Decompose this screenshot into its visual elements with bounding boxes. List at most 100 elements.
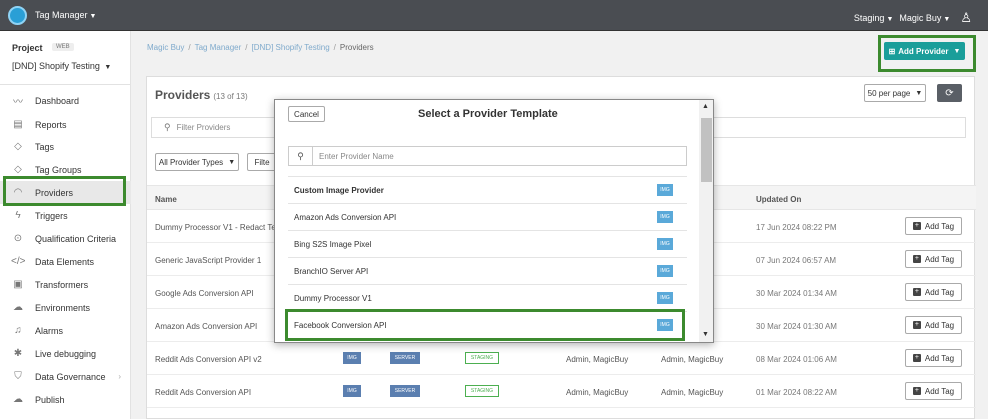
- top-bar: Tag Manager ▼ Staging ▼ Magic Buy ▼ ♙: [0, 0, 988, 31]
- sidebar-item-label: Qualification Criteria: [35, 233, 117, 244]
- provider-template-item[interactable]: Dummy Processor V1 IMG: [288, 284, 687, 311]
- breadcrumb-link[interactable]: [DND] Shopify Testing: [252, 43, 330, 52]
- provider-types-dropdown[interactable]: All Provider Types ▼: [155, 153, 239, 171]
- provider-template-item[interactable]: Amazon Ads Conversion API IMG: [288, 203, 687, 230]
- img-badge: IMG: [343, 352, 361, 364]
- plus-icon: +: [912, 387, 921, 395]
- add-tag-button[interactable]: + Add Tag: [905, 283, 962, 301]
- sidebar-item-label: Alarms: [35, 325, 64, 336]
- add-tag-label: Add Tag: [924, 320, 955, 330]
- search-icon: ⚲: [289, 147, 313, 165]
- app-switcher[interactable]: Tag Manager ▼: [35, 10, 96, 20]
- sidebar-item-label: Data Elements: [35, 256, 95, 267]
- table-row[interactable]: Reddit Ads Conversion API IMG SERVER STA…: [147, 375, 976, 408]
- chevron-down-icon: ▼: [943, 16, 951, 23]
- sidebar-item-live-debugging[interactable]: ✱ Live debugging: [0, 342, 131, 365]
- add-tag-button[interactable]: + Add Tag: [905, 382, 962, 400]
- sidebar-item-dashboard[interactable]: 〰 Dashboard: [0, 89, 131, 112]
- add-tag-label: Add Tag: [924, 221, 955, 231]
- add-tag-label: Add Tag: [924, 287, 955, 297]
- breadcrumb-separator: /: [245, 43, 248, 52]
- provider-template-name: Amazon Ads Conversion API: [294, 212, 397, 222]
- breadcrumb: Magic Buy / Tag Manager / [DND] Shopify Test…: [147, 43, 374, 52]
- plus-icon: +: [912, 321, 921, 329]
- staging-badge: STAGING: [465, 385, 499, 397]
- bug-icon: ✱: [13, 348, 23, 359]
- plus-icon: +: [912, 222, 921, 230]
- provider-search-input[interactable]: ⚲ Enter Provider Name: [288, 146, 687, 166]
- provider-template-item[interactable]: Custom Image Provider IMG: [288, 176, 687, 203]
- provider-template-item[interactable]: Bing S2S Image Pixel IMG: [288, 230, 687, 257]
- modal-scrollbar[interactable]: ▲ ▼: [699, 100, 713, 342]
- refresh-button[interactable]: ⟳: [937, 84, 962, 102]
- provider-name[interactable]: Google Ads Conversion API: [155, 289, 254, 298]
- shield-icon: ⛉: [14, 371, 22, 382]
- report-icon: ▤: [13, 119, 23, 130]
- breadcrumb-link[interactable]: Magic Buy: [147, 43, 184, 52]
- chevron-right-icon: ›: [118, 372, 121, 381]
- filter-dropdown[interactable]: Filte: [247, 153, 277, 171]
- updated-on: 30 Mar 2024 01:34 AM: [756, 289, 837, 298]
- sidebar-item-reports[interactable]: ▤ Reports: [0, 113, 131, 136]
- provider-template-name: Dummy Processor V1: [294, 293, 372, 303]
- column-header-updated-on[interactable]: Updated On: [756, 195, 801, 204]
- check-circle-icon: ⊙: [13, 233, 23, 244]
- sidebar-item-alarms[interactable]: ♫ Alarms: [0, 319, 131, 342]
- providers-highlight: [3, 176, 126, 206]
- account-label: Magic Buy: [899, 13, 942, 23]
- add-tag-button[interactable]: + Add Tag: [905, 217, 962, 235]
- app-title: Tag Manager: [35, 10, 88, 20]
- sidebar-item-publish[interactable]: ☁ Publish: [0, 388, 131, 411]
- sidebar-divider: [0, 84, 131, 85]
- cancel-button[interactable]: Cancel: [288, 106, 325, 122]
- provider-template-modal: Cancel Select a Provider Template ⚲ Ente…: [274, 99, 714, 343]
- add-tag-label: Add Tag: [924, 353, 955, 363]
- per-page-select[interactable]: 50 per page ▼: [864, 84, 926, 102]
- panel-title-text: Providers: [155, 88, 211, 102]
- scroll-down-icon[interactable]: ▼: [702, 331, 709, 338]
- user-icon[interactable]: ♙: [960, 10, 972, 26]
- chevron-down-icon: ▼: [104, 64, 112, 71]
- sidebar-item-label: Environments: [35, 302, 91, 313]
- account-switcher[interactable]: Magic Buy ▼: [899, 13, 950, 23]
- add-tag-button[interactable]: + Add Tag: [905, 349, 962, 367]
- chevron-down-icon: ▼: [915, 89, 923, 97]
- sidebar-item-qualification-criteria[interactable]: ⊙ Qualification Criteria: [0, 227, 131, 250]
- provider-template-name: Custom Image Provider: [294, 185, 384, 195]
- panel-title: Providers (13 of 13): [155, 88, 248, 102]
- project-selector[interactable]: [DND] Shopify Testing ▼: [12, 61, 111, 71]
- sidebar-item-transformers[interactable]: ▣ Transformers: [0, 273, 131, 296]
- sidebar-item-data-elements[interactable]: </> Data Elements: [0, 250, 131, 273]
- provider-name[interactable]: Dummy Processor V1 - Redact Tes: [155, 223, 280, 232]
- bell-icon: ♫: [14, 325, 22, 336]
- sidebar-item-label: Publish: [35, 394, 65, 405]
- provider-name[interactable]: Amazon Ads Conversion API: [155, 322, 257, 331]
- img-badge: IMG: [657, 184, 673, 196]
- sidebar-item-data-governance[interactable]: ⛉ Data Governance ›: [0, 365, 131, 388]
- add-tag-button[interactable]: + Add Tag: [905, 316, 962, 334]
- chevron-down-icon: ▼: [886, 16, 894, 23]
- breadcrumb-separator: /: [188, 43, 191, 52]
- scrollbar-thumb[interactable]: [701, 118, 712, 182]
- provider-template-item[interactable]: BranchIO Server API IMG: [288, 257, 687, 284]
- sidebar-item-tags[interactable]: ◇ Tags: [0, 135, 131, 158]
- provider-name[interactable]: Reddit Ads Conversion API v2: [155, 355, 262, 364]
- table-row[interactable]: Reddit Ads Conversion API v2 IMG SERVER …: [147, 342, 976, 375]
- env-switcher[interactable]: Staging ▼: [854, 13, 893, 23]
- sidebar-item-label: Transformers: [35, 279, 89, 290]
- add-tag-button[interactable]: + Add Tag: [905, 250, 962, 268]
- img-badge: IMG: [657, 292, 673, 304]
- column-header-name[interactable]: Name: [155, 195, 177, 204]
- server-badge: SERVER: [390, 385, 420, 397]
- sidebar: Project WEB [DND] Shopify Testing ▼ 〰 Das…: [0, 31, 131, 419]
- scroll-up-icon[interactable]: ▲: [702, 103, 709, 110]
- server-badge: SERVER: [390, 352, 420, 364]
- breadcrumb-link[interactable]: Tag Manager: [195, 43, 242, 52]
- sidebar-item-triggers[interactable]: ϟ Triggers: [0, 204, 131, 227]
- provider-name[interactable]: Generic JavaScript Provider 1: [155, 256, 261, 265]
- app-logo-icon[interactable]: [8, 6, 27, 25]
- updated-by: Admin, MagicBuy: [661, 355, 724, 364]
- provider-name[interactable]: Reddit Ads Conversion API: [155, 388, 251, 397]
- updated-on: 17 Jun 2024 08:22 PM: [756, 223, 837, 232]
- sidebar-item-environments[interactable]: ☁ Environments: [0, 296, 131, 319]
